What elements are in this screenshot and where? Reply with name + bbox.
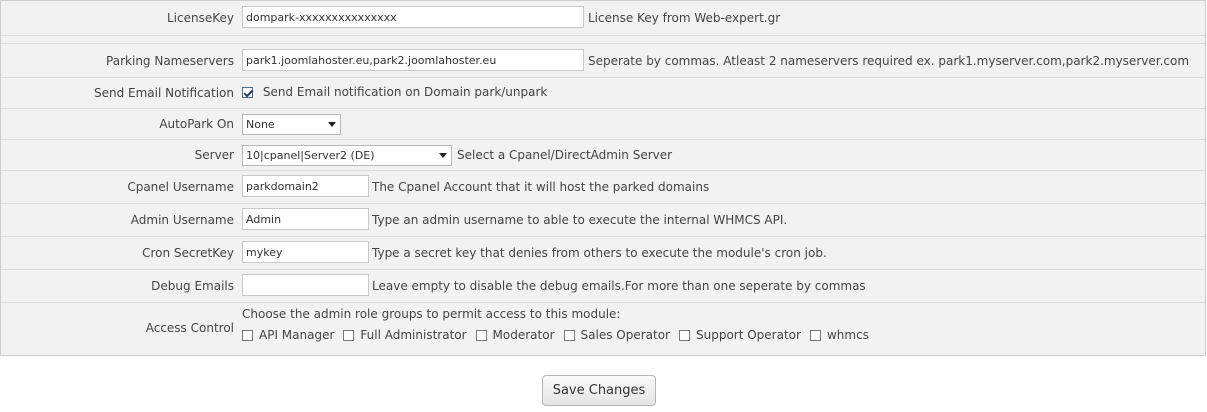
cpanel-username-desc: The Cpanel Account that it will host the… [372, 180, 710, 194]
email-notification-label: Send Email Notification [94, 86, 234, 100]
cpanel-username-input[interactable] [242, 175, 369, 197]
chevron-down-icon [328, 122, 336, 127]
autopark-select[interactable]: None [242, 114, 341, 135]
cron-secret-input[interactable] [242, 241, 369, 263]
save-button[interactable]: Save Changes [542, 375, 656, 406]
row-cron-secret: Cron SecretKey Type a secret key that de… [1, 237, 1205, 270]
debug-emails-desc: Leave empty to disable the debug emails.… [372, 279, 866, 293]
license-key-label: LicenseKey [167, 11, 234, 25]
email-notification-field: Send Email notification on Domain park/u… [242, 85, 547, 99]
debug-emails-input[interactable] [242, 274, 369, 296]
license-key-input[interactable] [242, 6, 584, 28]
role-option: Support Operator [678, 328, 801, 342]
debug-emails-label: Debug Emails [151, 279, 234, 293]
license-key-desc: License Key from Web-expert.gr [588, 11, 781, 25]
nameservers-input[interactable] [242, 49, 584, 71]
row-access-control: Access Control Choose the admin role gro… [1, 303, 1205, 355]
role-option: whmcs [809, 328, 869, 342]
settings-form: LicenseKey License Key from Web-expert.g… [0, 0, 1206, 356]
autopark-label: AutoPark On [159, 117, 234, 131]
nameservers-label: Parking Nameservers [106, 54, 234, 68]
row-admin-username: Admin Username Type an admin username to… [1, 204, 1205, 237]
row-debug-emails: Debug Emails Leave empty to disable the … [1, 270, 1205, 303]
chevron-down-icon [439, 153, 447, 158]
server-select[interactable]: 10|cpanel|Server2 (DE) [242, 145, 452, 166]
server-desc: Select a Cpanel/DirectAdmin Server [457, 148, 673, 162]
role-label: API Manager [259, 328, 335, 342]
role-checkbox[interactable] [343, 330, 355, 341]
role-label: Full Administrator [360, 328, 467, 342]
cron-secret-label: Cron SecretKey [142, 246, 234, 260]
role-option: Full Administrator [343, 328, 467, 342]
role-checkbox[interactable] [475, 330, 487, 341]
admin-username-input[interactable] [242, 208, 369, 230]
role-checkbox[interactable] [809, 330, 821, 341]
row-license-key: LicenseKey License Key from Web-expert.g… [1, 1, 1205, 36]
server-selected: 10|cpanel|Server2 (DE) [246, 149, 375, 162]
row-email-notification: Send Email Notification Send Email notif… [1, 78, 1205, 109]
admin-username-desc: Type an admin username to able to execut… [372, 213, 788, 227]
nameservers-desc: Seperate by commas. Atleast 2 nameserver… [588, 54, 1190, 68]
email-notification-checkbox[interactable] [242, 87, 253, 98]
role-option: Sales Operator [563, 328, 670, 342]
role-label: Support Operator [695, 328, 801, 342]
role-option: Moderator [475, 328, 555, 342]
role-checkbox[interactable] [563, 330, 575, 341]
row-server: Server 10|cpanel|Server2 (DE) Select a C… [1, 140, 1205, 171]
role-checkbox[interactable] [678, 330, 690, 341]
role-label: Moderator [492, 328, 555, 342]
access-control-label: Access Control [145, 321, 234, 335]
cpanel-username-label: Cpanel Username [127, 180, 234, 194]
email-notification-checkbox-label: Send Email notification on Domain park/u… [262, 85, 548, 99]
autopark-selected: None [246, 118, 275, 131]
role-checkbox[interactable] [242, 330, 253, 341]
access-control-roles: API Manager Full Administrator Moderator Sa… [242, 328, 878, 342]
role-option: API Manager [242, 328, 334, 342]
server-label: Server [194, 148, 234, 162]
row-spacer [1, 36, 1205, 44]
admin-username-label: Admin Username [130, 213, 234, 227]
row-nameservers: Parking Nameservers Seperate by commas. … [1, 44, 1205, 78]
row-autopark: AutoPark On None [1, 109, 1205, 140]
row-cpanel-username: Cpanel Username The Cpanel Account that … [1, 171, 1205, 204]
role-label: whmcs [826, 328, 869, 342]
cron-secret-desc: Type a secret key that denies from other… [372, 246, 827, 260]
access-control-intro: Choose the admin role groups to permit a… [242, 307, 621, 321]
role-label: Sales Operator [580, 328, 670, 342]
